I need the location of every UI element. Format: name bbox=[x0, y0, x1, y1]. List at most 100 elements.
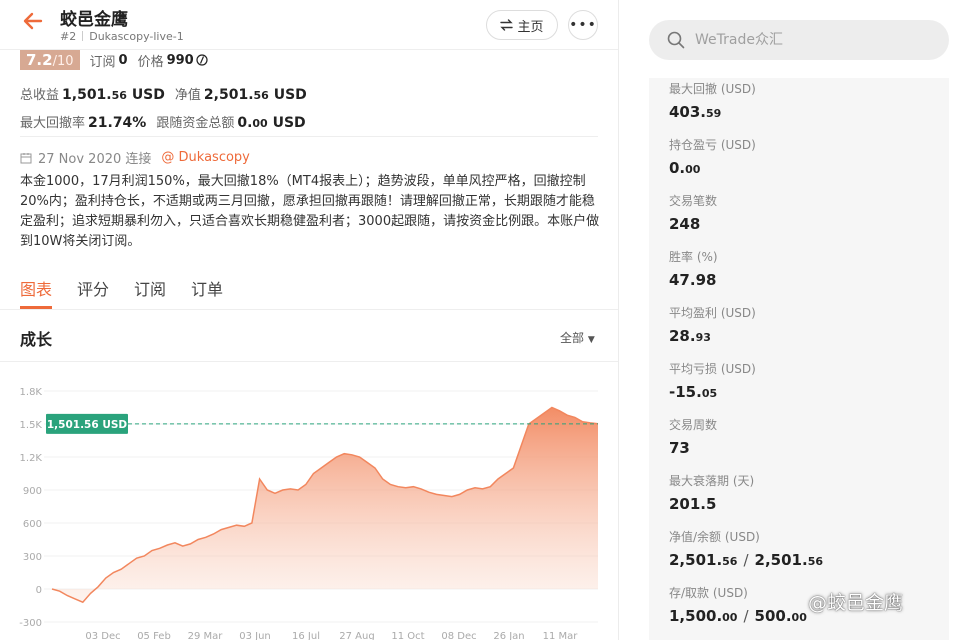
growth-section-title: 成长 bbox=[20, 330, 53, 349]
stat-item: 胜率 (%) 47.98 bbox=[669, 248, 718, 289]
connect-date: 27 Nov 2020 连接 bbox=[38, 152, 152, 167]
left-panel: 蛟邑金鹰 #2 Dukascopy-live-1 主页 ••• 7.2/10 订阅… bbox=[0, 0, 619, 640]
stat-item: 交易笔数 248 bbox=[669, 192, 717, 233]
stat-value: 73 bbox=[669, 439, 690, 457]
stat-item: 净值/余额 (USD) 2,501.56/2,501.56 bbox=[669, 528, 823, 569]
stat-label: 交易笔数 bbox=[669, 194, 718, 208]
x-tick-label: 03 Dec bbox=[85, 631, 120, 640]
account-subline: #2 Dukascopy-live-1 bbox=[60, 30, 184, 43]
home-button[interactable]: 主页 bbox=[486, 10, 558, 40]
drawdown-row: 最大回撤率 21.74% 跟随资金总额 0.00 USD bbox=[20, 112, 316, 131]
stats-panel: 最大回撤 (USD) 403.59 持仓盈亏 (USD) 0.00 交易笔数 248 胜率 … bbox=[649, 78, 949, 640]
swap-icon bbox=[500, 19, 514, 31]
watermark-text: @蛟邑金鹰 bbox=[808, 592, 904, 614]
max-drawdown-value: 21.74% bbox=[88, 115, 147, 131]
stat-item: 平均亏损 (USD) -15.05 bbox=[669, 360, 756, 401]
stat-value: 0.00 bbox=[669, 159, 701, 177]
tab-bar: 图表 评分 订阅 订单 bbox=[0, 266, 618, 310]
stat-label: 存/取款 (USD) bbox=[669, 586, 748, 600]
range-dropdown[interactable]: 全部 ▼ bbox=[560, 329, 595, 346]
stat-value: -15.05 bbox=[669, 383, 718, 401]
back-arrow-icon[interactable] bbox=[22, 10, 48, 36]
equity-value: 2,501.56 USD bbox=[203, 87, 307, 103]
y-tick-label: 0 bbox=[36, 585, 42, 596]
connect-date-line: 27 Nov 2020 连接 @ Dukascopy bbox=[20, 148, 250, 167]
strategy-description: 本金1000，17月利润150%，最大回撤18%（MT4报表上）；趋势波段，单单… bbox=[20, 174, 600, 249]
current-value-label: 1,501.56 USD bbox=[47, 419, 128, 431]
tab-rating[interactable]: 评分 bbox=[77, 276, 109, 300]
tab-active-indicator bbox=[20, 306, 52, 309]
y-tick-label: 1.2K bbox=[20, 453, 43, 464]
stat-label: 持仓盈亏 (USD) bbox=[669, 138, 756, 152]
total-profit-value: 1,501.56 USD bbox=[62, 87, 165, 103]
follow-total-label: 跟随资金总额 bbox=[156, 116, 235, 131]
page-title: 蛟邑金鹰 bbox=[60, 10, 128, 30]
x-tick-label: 11 Mar bbox=[543, 631, 579, 640]
stat-value: 201.5 bbox=[669, 495, 717, 513]
growth-chart: -300 0 300 600 900 1.2K 1.5K 1.8K 1,501.56 USD 03… bbox=[19, 387, 599, 640]
stat-item: 最大回撤 (USD) 403.59 bbox=[669, 80, 756, 121]
tab-chart[interactable]: 图表 bbox=[20, 276, 52, 300]
tab-subscribe[interactable]: 订阅 bbox=[134, 276, 166, 300]
stat-label: 胜率 (%) bbox=[669, 250, 718, 264]
right-panel: 最大回撤 (USD) 403.59 持仓盈亏 (USD) 0.00 交易笔数 248 胜率 … bbox=[620, 0, 956, 640]
x-tick-label: 03 Jun bbox=[239, 631, 271, 640]
caret-down-icon: ▼ bbox=[587, 335, 595, 345]
y-tick-label: 300 bbox=[23, 552, 42, 563]
y-tick-label: 900 bbox=[23, 486, 42, 497]
subscribe-value: 0 bbox=[118, 52, 128, 68]
stat-item: 最大衰落期 (天) 201.5 bbox=[669, 472, 754, 513]
max-drawdown-label: 最大回撤率 bbox=[20, 116, 86, 131]
stat-label: 最大衰落期 (天) bbox=[669, 474, 755, 488]
stat-label: 交易周数 bbox=[669, 418, 718, 432]
stat-value: 248 bbox=[669, 215, 701, 233]
score-line: 7.2/10 订阅 0 价格 990 bbox=[20, 50, 208, 70]
stat-item: 平均盈利 (USD) 28.93 bbox=[669, 304, 756, 345]
stat-item: 交易周数 73 bbox=[669, 416, 717, 457]
stat-label: 最大回撤 (USD) bbox=[669, 82, 756, 96]
x-tick-label: 08 Dec bbox=[441, 631, 476, 640]
y-tick-label: -300 bbox=[19, 618, 42, 629]
stat-value: 2,501.56/2,501.56 bbox=[669, 551, 823, 569]
stat-label: 净值/余额 (USD) bbox=[669, 530, 760, 544]
x-tick-label: 16 Jul bbox=[292, 631, 320, 640]
x-tick-label: 27 Aug bbox=[339, 631, 374, 640]
stat-value: 28.93 bbox=[669, 327, 711, 345]
broker-link[interactable]: @ Dukascopy bbox=[161, 150, 249, 165]
search-bar[interactable] bbox=[649, 20, 949, 60]
profit-row: 总收益 1,501.56 USD 净值 2,501.56 USD bbox=[20, 84, 317, 103]
y-tick-label: 1.8K bbox=[20, 387, 43, 398]
growth-area bbox=[52, 407, 598, 603]
divider bbox=[0, 361, 618, 362]
stat-value: 1,500.00/500.00 bbox=[669, 607, 807, 625]
rank-badge: #2 bbox=[60, 30, 77, 43]
stat-item: 存/取款 (USD) 1,500.00/500.00 bbox=[669, 584, 807, 625]
account-name: Dukascopy-live-1 bbox=[89, 30, 184, 43]
stat-value: 403.59 bbox=[669, 103, 722, 121]
currency-icon bbox=[196, 54, 208, 66]
x-tick-label: 29 Mar bbox=[188, 631, 224, 640]
home-button-label: 主页 bbox=[517, 19, 544, 35]
price-label: 价格 bbox=[137, 54, 164, 70]
tab-orders[interactable]: 订单 bbox=[191, 276, 223, 300]
page-header: 蛟邑金鹰 #2 Dukascopy-live-1 主页 ••• bbox=[0, 0, 618, 50]
search-icon bbox=[667, 31, 685, 49]
stat-label: 平均亏损 (USD) bbox=[669, 362, 756, 376]
follow-total-value: 0.00 USD bbox=[237, 115, 306, 131]
total-profit-label: 总收益 bbox=[20, 88, 60, 103]
search-input[interactable] bbox=[695, 32, 915, 48]
x-tick-label: 11 Oct bbox=[391, 631, 424, 640]
calendar-icon bbox=[20, 152, 32, 163]
more-button[interactable]: ••• bbox=[568, 10, 598, 40]
subscribe-label: 订阅 bbox=[89, 54, 116, 70]
stat-item: 持仓盈亏 (USD) 0.00 bbox=[669, 136, 756, 177]
score-badge: 7.2/10 bbox=[20, 50, 80, 70]
price-value: 990 bbox=[166, 52, 194, 68]
x-tick-label: 26 Jan bbox=[493, 631, 524, 640]
divider bbox=[20, 136, 598, 137]
more-icon: ••• bbox=[569, 17, 597, 33]
y-tick-label: 1.5K bbox=[20, 420, 43, 431]
x-tick-label: 05 Feb bbox=[137, 631, 171, 640]
watermark: @蛟邑金鹰 bbox=[808, 588, 903, 615]
y-tick-label: 600 bbox=[23, 519, 42, 530]
